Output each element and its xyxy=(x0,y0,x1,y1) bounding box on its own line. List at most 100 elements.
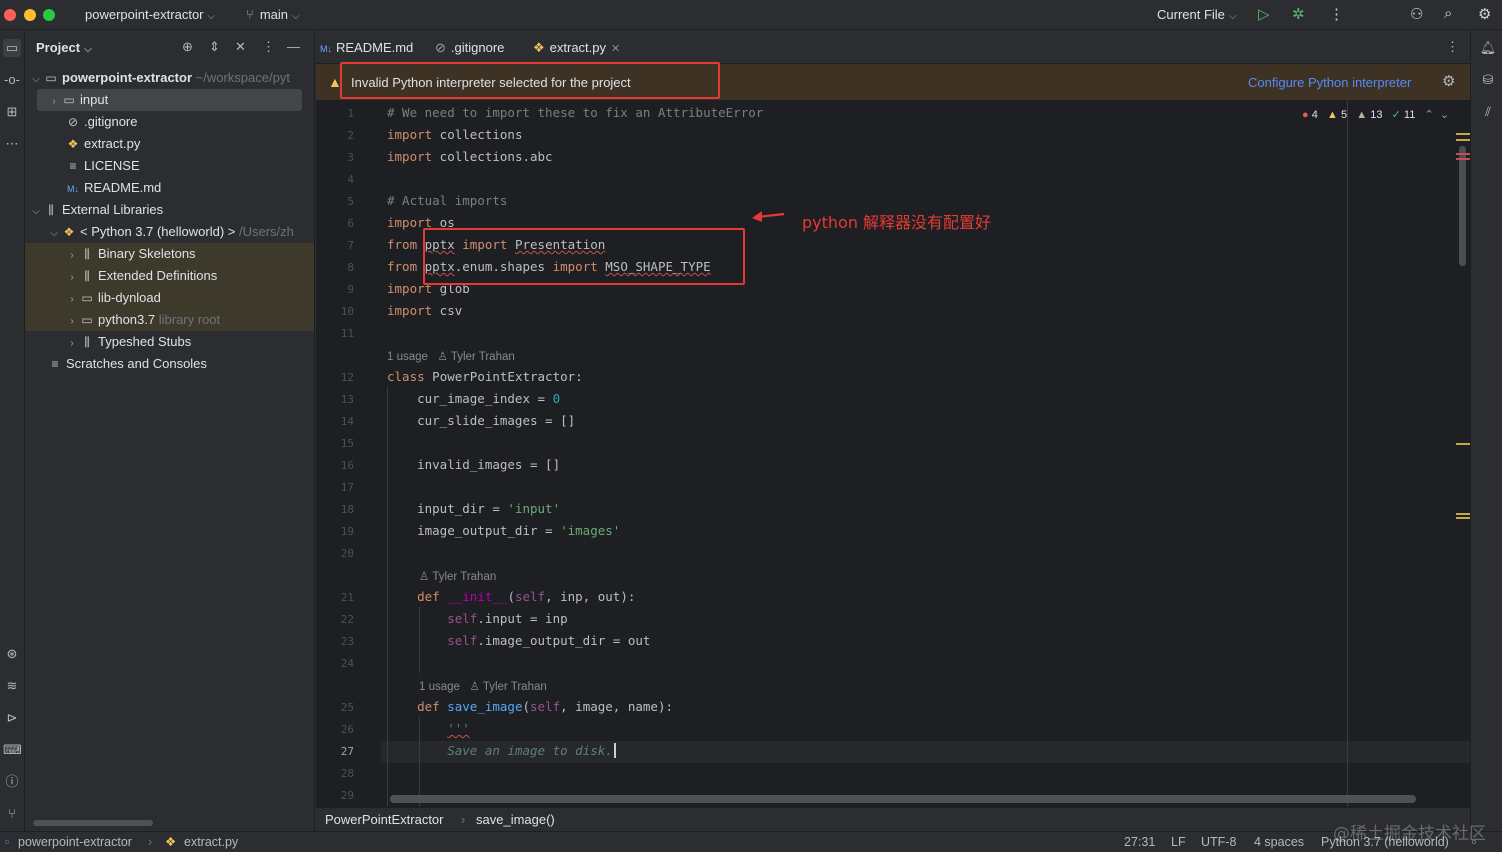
line-number: 15 xyxy=(340,437,354,450)
sciview-icon[interactable]: ⫽ xyxy=(1479,103,1497,121)
code-vision-hint[interactable]: 1 usage ♙ Tyler Trahan xyxy=(387,349,515,363)
layers-icon[interactable]: ≋ xyxy=(3,677,21,695)
tree-item-license[interactable]: ≡ LICENSE xyxy=(25,155,314,177)
status-project[interactable]: powerpoint-extractor xyxy=(18,832,132,852)
database-icon[interactable]: ⛁ xyxy=(1479,71,1497,89)
error-stripe-mark[interactable] xyxy=(1456,153,1470,155)
line-separator[interactable]: LF xyxy=(1171,832,1186,852)
branch-name: main xyxy=(259,7,288,22)
tab-extract-py[interactable]: ❖ extract.py ✕ xyxy=(533,31,621,64)
tree-item-input[interactable]: › ▭ input xyxy=(37,89,302,111)
chevron-right-icon[interactable]: › xyxy=(47,91,61,113)
code-line: # Actual imports xyxy=(387,193,508,208)
chevron-down-icon[interactable]: ⌵ xyxy=(29,69,43,91)
line-number: 12 xyxy=(340,371,354,384)
next-highlight-icon[interactable]: ⌄ xyxy=(1440,109,1449,121)
vcs-branch-switcher[interactable]: ⑂ main ⌵ xyxy=(246,7,300,22)
usage-count[interactable]: 1 usage xyxy=(387,351,428,363)
locate-file-icon[interactable]: ⊕ xyxy=(182,39,193,55)
more-tools-icon[interactable]: ⋯ xyxy=(3,135,21,153)
tab-options-icon[interactable]: ⋮ xyxy=(1446,39,1459,55)
error-stripe-mark[interactable] xyxy=(1456,517,1470,519)
chevron-down-icon[interactable]: ⌵ xyxy=(47,223,61,245)
code-line: import collections.abc xyxy=(387,149,553,164)
breadcrumb-method[interactable]: save_image() xyxy=(476,808,555,832)
tree-item-label: Extended Definitions xyxy=(98,268,218,283)
tree-item-typeshed-stubs[interactable]: › ⫼ Typeshed Stubs xyxy=(25,331,314,355)
terminal-icon[interactable]: ⌨ xyxy=(3,741,22,759)
error-stripe-mark[interactable] xyxy=(1456,513,1470,515)
breadcrumb-class[interactable]: PowerPointExtractor xyxy=(325,808,444,832)
indent-setting[interactable]: 4 spaces xyxy=(1254,832,1304,852)
usage-count[interactable]: 1 usage xyxy=(419,681,460,693)
error-stripe-mark[interactable] xyxy=(1456,133,1470,135)
horizontal-scrollbar[interactable] xyxy=(390,795,1416,803)
chevron-right-icon[interactable]: › xyxy=(65,311,79,333)
close-window-button[interactable] xyxy=(4,9,16,21)
tree-item-readme[interactable]: M↓ README.md xyxy=(25,177,314,199)
code-vision-hint[interactable]: ♙ Tyler Trahan xyxy=(419,569,496,583)
structure-icon[interactable]: ⊞ xyxy=(3,103,21,121)
tab-gitignore[interactable]: ⊘ .gitignore xyxy=(435,31,504,64)
zoom-window-button[interactable] xyxy=(43,9,55,21)
vertical-scrollbar[interactable] xyxy=(1459,146,1466,266)
tree-item-gitignore[interactable]: ⊘ .gitignore xyxy=(25,111,314,133)
tree-item-scratches[interactable]: ≡ Scratches and Consoles xyxy=(25,353,314,375)
tree-item-binary-skeletons[interactable]: › ⫼ Binary Skeletons xyxy=(25,243,314,267)
file-encoding[interactable]: UTF-8 xyxy=(1201,832,1236,852)
tree-item-label: LICENSE xyxy=(84,158,140,173)
more-actions-icon[interactable]: ⋮ xyxy=(1329,5,1344,23)
tab-readme[interactable]: M↓ README.md xyxy=(320,31,413,64)
chevron-right-icon[interactable]: › xyxy=(65,245,79,267)
code-editor[interactable]: 1 2 3 4 5 6 7 8 9 10 11 12 13 14 15 16 1… xyxy=(316,101,1470,807)
code-line: def save_image(self, image, name): xyxy=(417,699,674,714)
error-stripe-mark[interactable] xyxy=(1456,443,1470,445)
options-icon[interactable]: ⋮ xyxy=(262,39,275,55)
close-tab-icon[interactable]: ✕ xyxy=(611,43,620,55)
weak-warning-count: 13 xyxy=(1370,109,1383,121)
minimize-window-button[interactable] xyxy=(24,9,36,21)
commit-icon[interactable]: -o- xyxy=(3,71,21,89)
project-folder-icon[interactable]: ▭ xyxy=(3,39,21,57)
python-packages-icon[interactable]: ⊛ xyxy=(3,645,21,663)
inspection-widget[interactable]: ● 4 ▲ 5 ▲ 13 ✓ 11 ⌃ ⌄ xyxy=(1302,108,1449,121)
tree-item-lib-dynload[interactable]: › ▭ lib-dynload xyxy=(25,287,314,311)
search-icon[interactable]: ⌕ xyxy=(1444,5,1452,22)
error-stripe-mark[interactable] xyxy=(1456,158,1470,160)
chevron-right-icon[interactable]: › xyxy=(65,267,79,289)
code-vision-hint[interactable]: 1 usage ♙ Tyler Trahan xyxy=(419,679,547,693)
settings-gear-icon[interactable]: ⚙ xyxy=(1478,5,1491,23)
git-icon[interactable]: ⑂ xyxy=(3,805,21,823)
configure-interpreter-link[interactable]: Configure Python interpreter xyxy=(1248,75,1411,90)
project-switcher[interactable]: powerpoint-extractor ⌵ xyxy=(85,7,215,22)
debug-icon[interactable]: ✲ xyxy=(1292,5,1305,23)
notifications-icon[interactable]: 🔔︎ xyxy=(1479,39,1497,57)
tree-item-extract-py[interactable]: ❖ extract.py xyxy=(25,133,314,155)
horizontal-scrollbar[interactable] xyxy=(33,820,153,826)
banner-settings-gear-icon[interactable]: ⚙ xyxy=(1442,72,1455,90)
status-file[interactable]: extract.py xyxy=(184,832,238,852)
add-user-icon[interactable]: ⚇ xyxy=(1410,5,1423,23)
run-icon[interactable]: ▷ xyxy=(1258,5,1270,23)
hide-panel-icon[interactable]: — xyxy=(287,39,300,54)
project-name: powerpoint-extractor xyxy=(85,7,204,22)
tree-item-python37[interactable]: › ▭ python3.7 library root xyxy=(25,309,314,333)
chevron-right-icon[interactable]: › xyxy=(65,333,79,355)
tree-item-extended-definitions[interactable]: › ⫼ Extended Definitions xyxy=(25,265,314,289)
services-icon[interactable]: ⊳ xyxy=(3,709,21,727)
line-number: 29 xyxy=(340,789,354,802)
line-number: 28 xyxy=(340,767,354,780)
chevron-down-icon[interactable]: ⌵ xyxy=(29,201,43,223)
problems-icon[interactable]: ⓘ xyxy=(3,773,21,791)
error-stripe-mark[interactable] xyxy=(1456,139,1470,141)
expand-all-icon[interactable]: ⇕ xyxy=(209,39,220,55)
collapse-all-icon[interactable]: ✕ xyxy=(235,39,246,55)
tree-item-python-sdk[interactable]: ⌵ ❖ < Python 3.7 (helloworld) > /Users/zh xyxy=(25,221,314,245)
caret-position[interactable]: 27:31 xyxy=(1124,832,1155,852)
run-configuration-selector[interactable]: Current File ⌵ xyxy=(1157,7,1237,22)
previous-highlight-icon[interactable]: ⌃ xyxy=(1425,109,1434,121)
chevron-right-icon[interactable]: › xyxy=(65,289,79,311)
tree-item-external-libraries[interactable]: ⌵ ⫼ External Libraries xyxy=(25,199,314,223)
tree-item-project-root[interactable]: ⌵ ▭ powerpoint-extractor ~/workspace/pyt xyxy=(25,67,314,91)
project-view-selector[interactable]: Project ⌵ xyxy=(36,40,92,55)
